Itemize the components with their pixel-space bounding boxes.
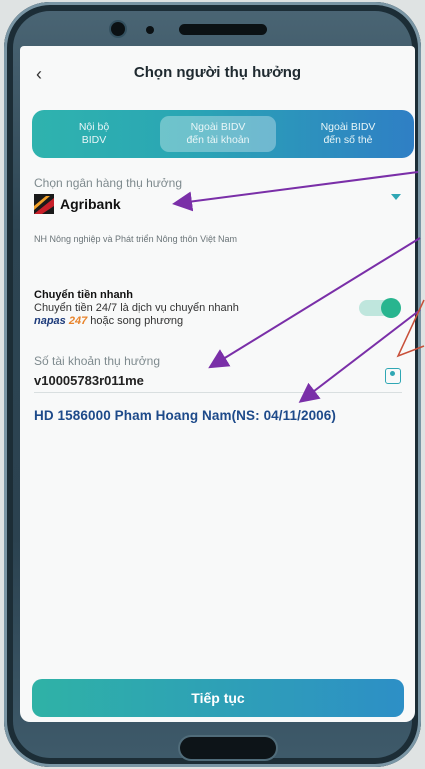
continue-button[interactable]: Tiếp tục [32, 679, 404, 717]
page-title: Chọn người thụ hưởng [133, 64, 302, 81]
input-underline [34, 392, 402, 393]
phone-frame: ‹ Chọn người thụ hưởng Nội bộ BIDV Ngoài… [4, 2, 421, 767]
tab-label: Ngoài BIDV đến tài khoản [186, 121, 250, 146]
fast-transfer-title: Chuyển tiền nhanh [34, 289, 133, 301]
napas-number: 247 [68, 315, 88, 327]
transfer-type-tabs: Nội bộ BIDV Ngoài BIDV đến tài khoản Ngo… [32, 110, 414, 158]
bank-select-label: Chọn ngân hàng thụ hưởng [34, 176, 183, 190]
napas-text: napas [34, 315, 66, 327]
home-button [180, 737, 276, 759]
app-screen: ‹ Chọn người thụ hưởng Nội bộ BIDV Ngoài… [20, 46, 415, 722]
account-number-input[interactable]: v10005783r011me [34, 373, 144, 388]
napas-logo: napas 247 [34, 315, 87, 327]
tab-internal-bidv[interactable]: Nội bộ BIDV [32, 110, 156, 158]
fast-transfer-desc-tail: hoặc song phương [87, 315, 184, 327]
tab-label: Nội bộ BIDV [78, 121, 110, 146]
fast-transfer-toggle[interactable] [359, 298, 401, 318]
tab-external-card[interactable]: Ngoài BIDV đến số thẻ [282, 110, 414, 158]
toggle-knob [381, 298, 401, 318]
sensor-dot [146, 26, 154, 34]
bank-select[interactable]: Agribank [34, 194, 121, 214]
tab-external-account[interactable]: Ngoài BIDV đến tài khoản [158, 110, 278, 158]
fast-transfer-desc-text: Chuyển tiền 24/7 là dịch vụ chuyển nhanh [34, 302, 239, 314]
chevron-down-icon[interactable] [391, 194, 401, 200]
contact-book-icon[interactable] [385, 368, 401, 384]
account-number-label: Số tài khoản thụ hưởng [34, 354, 160, 368]
camera-icon [111, 22, 125, 36]
fast-transfer-description: Chuyển tiền 24/7 là dịch vụ chuyển nhanh… [34, 302, 324, 328]
tab-label: Ngoài BIDV đến số thẻ [320, 121, 376, 146]
agribank-logo-icon [34, 194, 54, 214]
speaker-grille [179, 24, 267, 35]
bank-full-name: NH Nông nghiệp và Phát triển Nông thôn V… [34, 234, 237, 244]
bank-name: Agribank [60, 196, 121, 212]
recipient-name: HD 1586000 Pham Hoang Nam(NS: 04/11/2006… [34, 408, 336, 423]
